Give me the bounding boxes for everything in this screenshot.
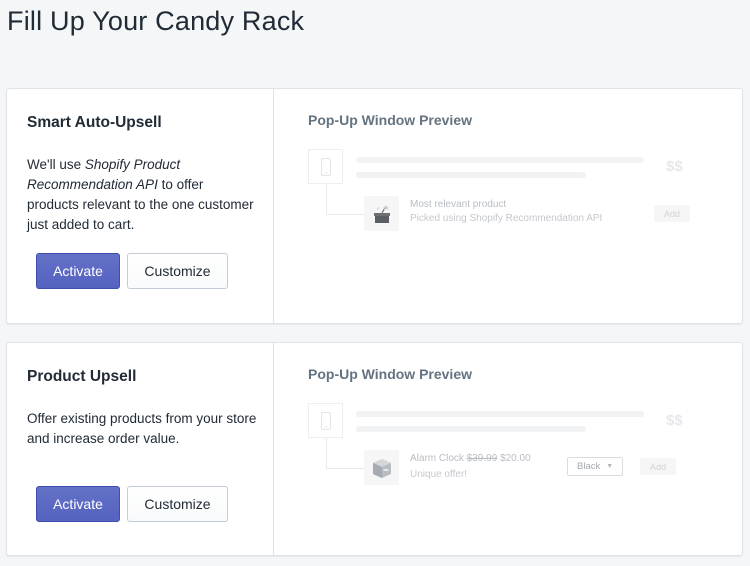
mobile-phone-icon <box>308 403 343 438</box>
placeholder-line <box>356 157 644 163</box>
smart-auto-upsell-card: Smart Auto-Upsell We'll use Shopify Prod… <box>6 88 743 324</box>
placeholder-line <box>356 172 586 178</box>
price-placeholder: $$ <box>666 158 683 175</box>
preview-title: Pop-Up Window Preview <box>308 112 472 128</box>
customize-button[interactable]: Customize <box>127 253 228 289</box>
product-box-icon <box>364 450 399 485</box>
preview-title: Pop-Up Window Preview <box>308 366 472 382</box>
product-subtitle: Unique offer! <box>410 469 468 480</box>
old-price: $39.99 <box>466 453 498 464</box>
card-description: We'll use Shopify Product Recommendation… <box>27 157 254 232</box>
popup-preview: Pop-Up Window Preview $$ Most relevant p… <box>274 89 742 323</box>
card-title: Product Upsell <box>27 368 137 385</box>
placeholder-line <box>356 426 586 432</box>
connector-line <box>326 184 365 215</box>
activate-button[interactable]: Activate <box>36 253 120 289</box>
product-subtitle: Picked using Shopify Recommendation API <box>410 213 603 224</box>
activate-button[interactable]: Activate <box>36 486 120 522</box>
new-price: $20.00 <box>500 453 531 464</box>
price-placeholder: $$ <box>666 412 683 429</box>
product-name: Most relevant product <box>410 199 507 210</box>
product-name: Alarm Clock $39.99 $20.00 <box>410 453 531 464</box>
card-info-section: Product Upsell Offer existing products f… <box>7 343 274 555</box>
card-title: Smart Auto-Upsell <box>27 114 162 131</box>
connector-line <box>326 438 365 469</box>
magic-hat-icon <box>364 196 399 231</box>
chevron-down-icon: ▼ <box>606 463 614 470</box>
page-title: Fill Up Your Candy Rack <box>7 6 305 36</box>
add-button-preview: Add <box>640 458 676 475</box>
add-button-preview: Add <box>654 205 690 222</box>
customize-button[interactable]: Customize <box>127 486 228 522</box>
product-upsell-card: Product Upsell Offer existing products f… <box>6 342 743 556</box>
mobile-phone-icon <box>308 149 343 184</box>
popup-preview: Pop-Up Window Preview $$ Alarm Clock $39… <box>274 343 742 555</box>
variant-select: Black ▼ <box>567 457 623 476</box>
card-description: Offer existing products from your store … <box>27 411 257 446</box>
card-info-section: Smart Auto-Upsell We'll use Shopify Prod… <box>7 89 274 323</box>
placeholder-line <box>356 411 644 417</box>
